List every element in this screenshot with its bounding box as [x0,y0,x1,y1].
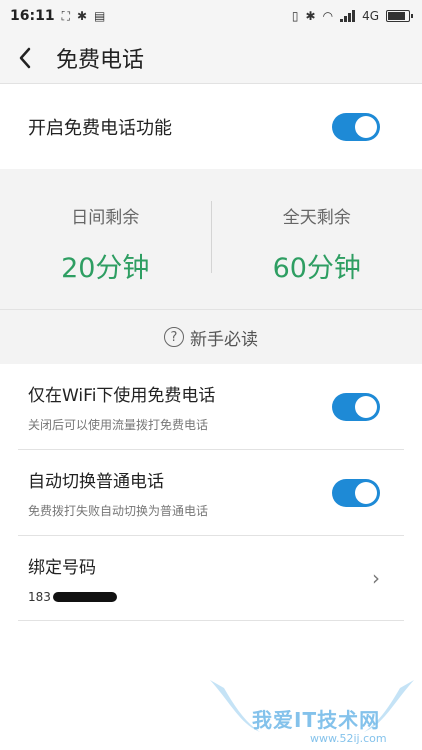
stat-label: 日间剩余 [71,208,140,228]
page-title: 免费电话 [56,47,145,73]
free-call-toggle-row: 开启免费电话功能 [0,85,422,169]
wifi-icon: ◠ [322,9,334,23]
network-type: 4G [362,9,379,23]
beginner-guide-link[interactable]: ? 新手必读 [0,309,422,364]
question-icon: ? [164,327,184,347]
stat-value: 20分钟 [61,253,150,284]
bind-number-row[interactable]: 绑定号码 183 › [18,536,404,621]
battery-icon [386,10,413,22]
auto-switch-subtitle: 免费拨打失败自动切换为普通电话 [28,503,209,518]
phone-prefix: 183 [28,589,51,604]
back-button[interactable] [0,32,50,84]
toggle-knob [355,116,377,138]
wifi-only-subtitle: 关闭后可以使用流量拨打免费电话 [28,417,209,432]
wifi-only-title: 仅在WiFi下使用免费电话 [28,385,216,406]
stat-label: 全天剩余 [282,208,351,228]
status-left: 16:11 ⛶ ✱ ▤ [10,8,105,24]
auto-switch-content: 自动切换普通电话 免费拨打失败自动切换为普通电话 [28,450,380,535]
bluetooth-icon: ✱ [305,9,316,23]
chevron-right-icon: › [372,566,380,590]
sd-card-icon: ▤ [94,9,106,23]
bind-number-content: 绑定号码 183 › [28,536,380,620]
free-call-toggle-label: 开启免费电话功能 [28,118,172,139]
wifi-only-text: 仅在WiFi下使用免费电话 关闭后可以使用流量拨打免费电话 [28,381,215,433]
wifi-only-row: 仅在WiFi下使用免费电话 关闭后可以使用流量拨打免费电话 [18,364,404,450]
screenshot-icon: ⛶ [61,9,70,23]
remaining-minutes-panel: 日间剩余 20分钟 全天剩余 60分钟 [0,169,422,309]
status-time: 16:11 [10,8,55,24]
bluetooth-notification-icon: ✱ [76,9,88,23]
toggle-knob [355,395,377,418]
status-bar: 16:11 ⛶ ✱ ▤ ▯ ✱ ◠ 4G [0,0,422,32]
auto-switch-row: 自动切换普通电话 免费拨打失败自动切换为普通电话 [18,450,404,536]
signal-icon [340,10,356,22]
stat-fullday: 全天剩余 60分钟 [212,169,422,309]
bind-number-text: 绑定号码 183 [28,553,117,604]
auto-switch-toggle[interactable] [332,478,380,507]
stat-value: 60分钟 [272,253,361,284]
bound-phone-number: 183 [28,590,117,604]
wifi-only-toggle[interactable] [332,392,380,421]
watermark-text: 我爱IT技术网 [252,708,381,732]
wifi-only-content: 仅在WiFi下使用免费电话 关闭后可以使用流量拨打免费电话 [28,364,380,449]
status-right: ▯ ✱ ◠ 4G [291,9,413,23]
watermark-url: www.52ij.com [310,732,387,745]
phone-redaction [52,591,117,602]
battery-level [388,12,405,20]
free-call-toggle[interactable] [332,113,380,141]
vibrate-icon: ▯ [291,9,299,23]
watermark: 我爱IT技术网 www.52ij.com [200,672,422,750]
guide-label: 新手必读 [190,329,258,350]
app-bar: 免费电话 [0,32,422,84]
auto-switch-text: 自动切换普通电话 免费拨打失败自动切换为普通电话 [28,467,208,519]
bind-number-title: 绑定号码 [28,557,96,578]
back-arrow-icon [19,47,31,68]
stat-daytime: 日间剩余 20分钟 [0,169,211,309]
auto-switch-title: 自动切换普通电话 [28,471,164,492]
toggle-knob [355,481,377,504]
